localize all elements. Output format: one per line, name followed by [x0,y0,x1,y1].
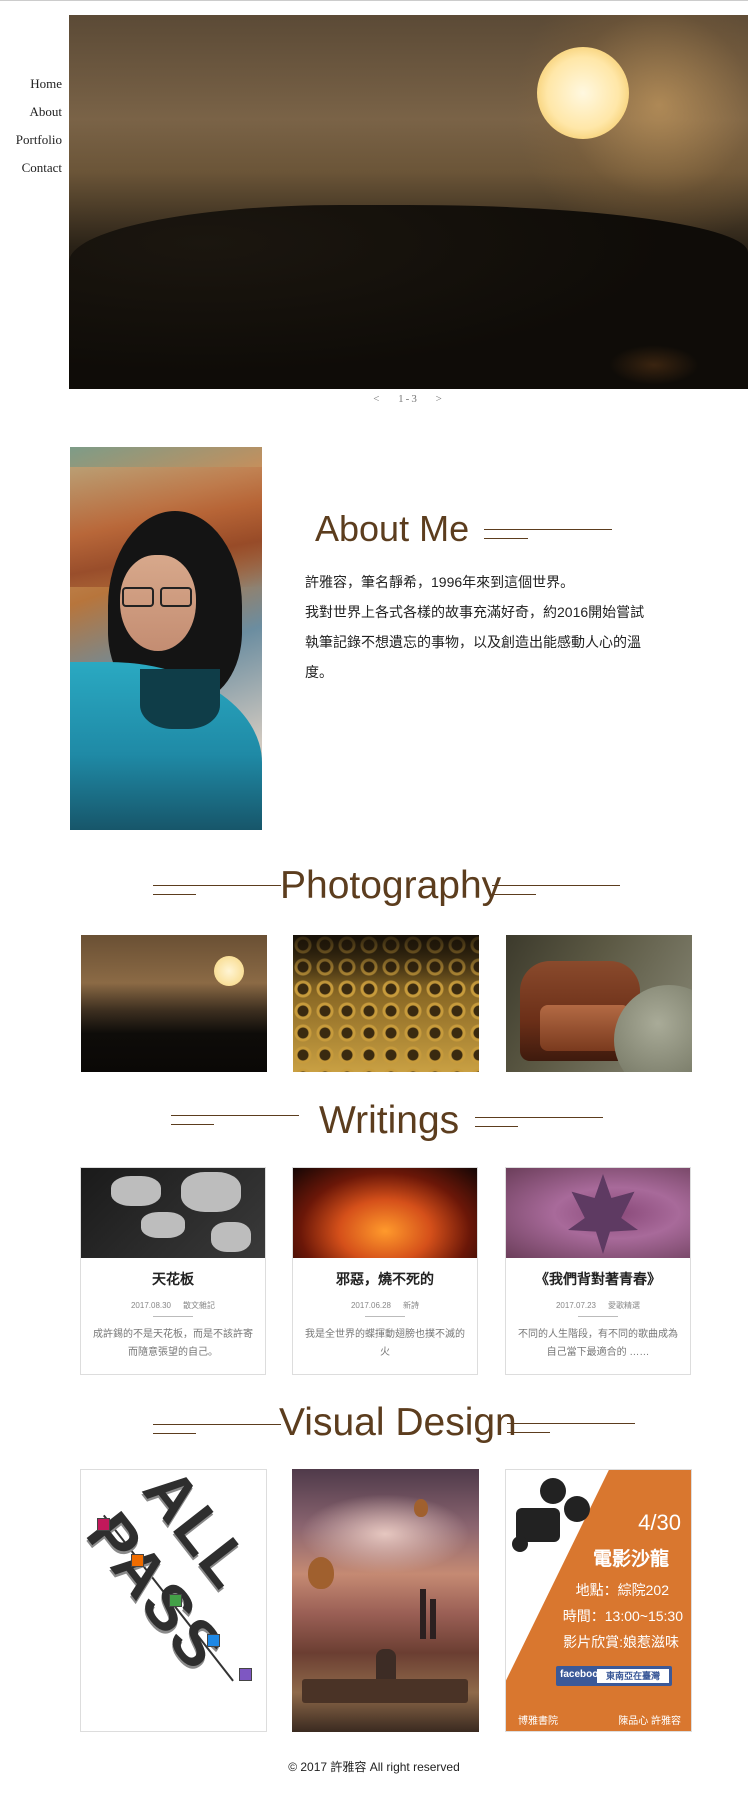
writing-card-title: 邪惡，燒不死的 [336,1271,434,1287]
writing-card-meta: 2017.06.28 新詩 [293,1300,477,1311]
writing-card-image [293,1168,477,1258]
writing-card-category: 新詩 [403,1301,420,1310]
about-title: About Me [315,508,470,549]
hero-slideshow-image[interactable] [69,15,748,389]
about-text: 許雅容，筆名靜希，1996年來到這個世界。我對世界上各式各樣的故事充滿好奇，約2… [305,567,645,687]
footer-copyright: © 2017 許雅容 All right reserved [288,1760,460,1774]
writing-card[interactable]: 天花板 2017.08.30 散文雜記 成許錫的不是天花板，而是不該許寄而隨意張望… [80,1167,266,1375]
photography-rule-left-short [153,894,196,895]
side-nav: Home About Portfolio Contact [0,70,62,182]
visual-title: Visual Design [279,1401,517,1444]
poster-date: 4/30 [638,1510,681,1535]
poster-word: ALL PASS [80,1469,267,1684]
writing-card[interactable]: 邪惡，燒不死的 2017.06.28 新詩 我是全世界的蝶揮動翅膀也撲不滅的火 [292,1167,478,1375]
poster-org-left: 博雅書院 [518,1716,558,1727]
facebook-badge: facebook 東南亞在臺灣 [556,1666,672,1686]
writings-rule-left [171,1115,299,1116]
poster-cube-icon [169,1594,182,1607]
slideshow-pager: < 1-3 > [69,393,748,405]
film-projector-icon [512,1478,592,1558]
hero-sky-glow [499,15,748,235]
visual-rule-right [507,1423,635,1424]
pager-prev-button[interactable]: < [373,393,381,405]
about-text-line1: 許雅容，筆名靜希，1996年來到這個世界。 [305,574,575,590]
photo-glasses [120,587,196,607]
facebook-page-name: 東南亞在臺灣 [597,1669,669,1683]
poster-cube-icon [131,1554,144,1567]
poster-figure [376,1649,396,1683]
profile-photo [70,447,262,830]
writing-card-date: 2017.06.28 [350,1301,392,1310]
writings-title: Writings [319,1099,460,1142]
nav-contact-link[interactable]: Contact [0,154,62,182]
poster-film-salon[interactable]: 4/30 電影沙龍 地點：綜院202 時間：13:00~15:30 影片欣賞:娘… [505,1469,692,1732]
poster-event: 電影沙龍 [592,1549,669,1570]
writing-card-category: 散文雜記 [183,1301,216,1310]
pager-count: 1-3 [398,393,419,405]
poster-film: 影片欣賞:娘惹滋味 [563,1634,679,1650]
about-title-rule-short [484,538,528,539]
photo-collar [140,669,220,729]
writing-card-date: 2017.07.23 [555,1301,597,1310]
photo-thumb-sunset[interactable] [81,935,267,1072]
poster-spire [420,1589,426,1639]
thumb-sun [214,956,244,986]
writing-card-image [506,1168,690,1258]
poster-cube-icon [207,1634,220,1647]
nav-about-link[interactable]: About [0,98,63,126]
photography-rule-right-short [492,894,536,895]
pager-next-button[interactable]: > [436,393,444,405]
balloon-icon [308,1557,334,1589]
poster-cube-icon [239,1668,252,1681]
photo-thumb-armchair[interactable] [506,935,692,1072]
writing-card-category: 愛歌精選 [608,1301,641,1310]
writing-card-excerpt: 成許錫的不是天花板，而是不該許寄而隨意張望的自己。 [93,1329,253,1358]
writing-card-excerpt: 不同的人生階段，有不同的歌曲成為自己當下最適合的 …… [518,1329,678,1358]
poster-place: 地點：綜院202 [575,1582,669,1598]
leaf-image [568,1174,638,1254]
visual-rule-right-short [507,1432,550,1433]
poster-dreamscape[interactable] [292,1469,479,1732]
poster-time: 時間：13:00~15:30 [562,1608,683,1624]
writing-card-date: 2017.08.30 [130,1301,172,1310]
writing-card[interactable]: 《我們背對著青春》 2017.07.23 愛歌精選 不同的人生階段，有不同的歌曲成… [505,1167,691,1375]
writing-card-title: 《我們背對著青春》 [535,1271,661,1287]
about-title-rule [484,529,612,530]
poster-org-right: 陳品心 許雅容 [618,1716,681,1727]
nav-portfolio-link[interactable]: Portfolio [0,126,62,154]
photography-rule-right [492,885,620,886]
nav-home-link[interactable]: Home [0,70,62,98]
writings-rule-left-short [171,1124,214,1125]
writing-card-meta: 2017.08.30 散文雜記 [81,1300,265,1311]
writing-card-divider [578,1316,618,1317]
thumb-shade [293,935,479,985]
top-border [0,0,748,1]
visual-rule-left-short [153,1433,196,1434]
poster-spire [430,1599,436,1639]
poster-cube-icon [97,1518,110,1531]
poster-bench [302,1679,468,1703]
writing-card-title: 天花板 [152,1271,194,1287]
writing-card-meta: 2017.07.23 愛歌精選 [506,1300,690,1311]
photo-thumb-pattern[interactable] [293,935,479,1072]
writings-rule-right [475,1117,603,1118]
balloon-icon [414,1499,428,1517]
poster-all-pass[interactable]: ALL PASS [80,1469,267,1732]
writing-card-divider [153,1316,193,1317]
writings-rule-right-short [475,1126,518,1127]
photography-rule-left [153,885,281,886]
photography-title: Photography [280,864,502,907]
writing-card-divider [365,1316,405,1317]
hero-sun [537,47,629,139]
hero-reflection [609,345,699,385]
writing-card-image [81,1168,265,1258]
about-text-line2: 我對世界上各式各樣的故事充滿好奇，約2016開始嘗試執筆記錄不想遺忘的事物，以及… [305,604,645,680]
visual-rule-left [153,1424,281,1425]
writing-card-excerpt: 我是全世界的蝶揮動翅膀也撲不滅的火 [305,1329,465,1358]
